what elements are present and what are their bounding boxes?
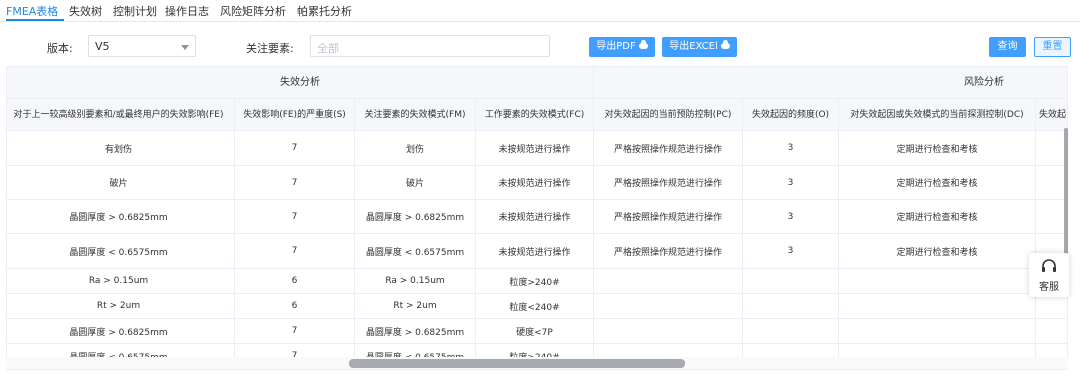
cell-occurrence: 3 (743, 234, 839, 268)
cell-fc: 未按规范进行操作 (476, 131, 594, 165)
cell-fc: 硬度<7P (476, 319, 594, 343)
cell-occurrence (743, 319, 839, 343)
cell-dc: 定期进行检查和考核 (839, 234, 1036, 268)
col-header-severity: 失效影响(FE)的严重度(S) (235, 99, 355, 131)
col-header-dc: 对失效起因或失效模式的当前探测控制(DC) (839, 99, 1036, 131)
tab-control-plan[interactable]: 控制计划 (113, 3, 157, 19)
export-excel-label: 导出EXCEl (669, 41, 718, 52)
vertical-scrollbar[interactable] (1064, 128, 1068, 260)
tab-bar: FMEA表格 失效树 控制计划 操作日志 风险矩阵分析 帕累托分析 (0, 0, 1080, 22)
cell-fe: Ra > 0.15um (7, 269, 235, 293)
cell-fe: 破片 (7, 166, 235, 199)
cell-dc: 定期进行检查和考核 (839, 200, 1036, 233)
cell-severity: 7 (235, 131, 355, 165)
group-header-failure-analysis: 失效分析 (7, 67, 594, 99)
col-header-fe: 对于上一较高级别要素和/或最终用户的失效影响(FE) (7, 99, 235, 131)
cell-detection (1036, 294, 1067, 318)
headset-icon (1042, 259, 1056, 272)
group-header-risk-analysis: 风险分析 (594, 67, 1067, 99)
col-header-occurrence: 失效起因的频度(O) (743, 99, 839, 131)
cell-severity: 7 (235, 166, 355, 199)
cloud-upload-icon (638, 40, 648, 49)
cell-fe: 晶圆厚度 < 0.6575mm (7, 234, 235, 268)
cell-severity: 6 (235, 294, 355, 318)
cell-occurrence (743, 294, 839, 318)
cell-dc: 定期进行检查和考核 (839, 131, 1036, 165)
focus-element-label: 关注要素: (246, 42, 294, 55)
table-row[interactable]: 晶圆厚度 < 0.6575mm 7 晶圆厚度 < 0.6575mm 未按规范进行操作严… (7, 234, 1067, 269)
table-row[interactable]: 破片 7 破片 未按规范进行操作 严格按照操作规范进行操作 3 定期进行检查和考核 (7, 166, 1067, 200)
cell-fm: 晶圆厚度 > 0.6825mm (355, 319, 476, 343)
cell-fm: 晶圆厚度 < 0.6575mm (355, 234, 476, 268)
export-pdf-button[interactable]: 导出PDF (589, 37, 655, 57)
export-pdf-label: 导出PDF (596, 41, 636, 52)
cell-pc (594, 269, 743, 293)
cell-occurrence: 3 (743, 166, 839, 199)
cell-pc: 严格按照操作规范进行操作 (594, 131, 743, 165)
cell-fe: 晶圆厚度 > 0.6825mm (7, 319, 235, 343)
tab-operation-log[interactable]: 操作日志 (165, 3, 209, 19)
cell-dc (839, 294, 1036, 318)
cell-fc: 未按规范进行操作 (476, 200, 594, 233)
cloud-upload-icon (720, 40, 730, 49)
fmea-table: 失效分析 风险分析 对于上一较高级别要素和/或最终用户的失效影响(FE) 失效影… (6, 66, 1068, 370)
customer-service-label: 客服 (1039, 282, 1059, 293)
cell-dc: 定期进行检查和考核 (839, 166, 1036, 199)
horizontal-scrollbar[interactable] (349, 359, 685, 368)
cell-dc (839, 319, 1036, 343)
tab-fmea-table[interactable]: FMEA表格 (6, 3, 58, 19)
table-row[interactable]: 有划伤 7 划伤 未按规范进行操作 严格按照操作规范进行操作 3 定期进行检查和考核 (7, 131, 1067, 166)
table-row[interactable]: Ra > 0.15um 6 Ra > 0.15um 粒度>240# (7, 269, 1067, 294)
export-excel-button[interactable]: 导出EXCEl (662, 37, 737, 57)
tab-risk-matrix[interactable]: 风险矩阵分析 (220, 3, 286, 19)
cell-fe: 有划伤 (7, 131, 235, 165)
cell-severity: 6 (235, 269, 355, 293)
cell-pc (594, 319, 743, 343)
cell-fm: 晶圆厚度 > 0.6825mm (355, 200, 476, 233)
version-select[interactable]: V5 (88, 35, 196, 57)
cell-severity: 7 (235, 234, 355, 268)
cell-fc: 粒度<240# (476, 294, 594, 318)
cell-occurrence: 3 (743, 200, 839, 233)
cell-fc: 粒度>240# (476, 269, 594, 293)
customer-service-button[interactable]: 客服 (1029, 253, 1069, 297)
table-row[interactable]: 晶圆厚度 > 0.6825mm 7 晶圆厚度 > 0.6825mm 硬度<7P (7, 319, 1067, 344)
cell-fc: 未按规范进行操作 (476, 234, 594, 268)
cell-severity: 7 (235, 200, 355, 233)
query-button[interactable]: 查询 (989, 37, 1026, 57)
cell-dc (839, 269, 1036, 293)
cell-fe: 晶圆厚度 > 0.6825mm (7, 200, 235, 233)
cell-occurrence (743, 269, 839, 293)
cell-fm: Rt > 2um (355, 294, 476, 318)
table-row[interactable]: Rt > 2um 6 Rt > 2um 粒度<240# (7, 294, 1067, 319)
cell-fe: Rt > 2um (7, 294, 235, 318)
tab-pareto[interactable]: 帕累托分析 (297, 3, 352, 19)
risk-analysis-title: 风险分析 (964, 77, 1004, 88)
col-header-fm: 关注要素的失效模式(FM) (355, 99, 476, 131)
version-label: 版本: (47, 42, 73, 55)
cell-fm: Ra > 0.15um (355, 269, 476, 293)
cell-occurrence: 3 (743, 131, 839, 165)
focus-element-placeholder: 全部 (317, 42, 339, 55)
cell-pc: 严格按照操作规范进行操作 (594, 200, 743, 233)
col-header-detection: 失效起 (1036, 99, 1067, 131)
cell-fm: 破片 (355, 166, 476, 199)
col-header-pc: 对失效起因的当前预防控制(PC) (594, 99, 743, 131)
cell-pc (594, 294, 743, 318)
col-header-fc: 工作要素的失效模式(FC) (476, 99, 594, 131)
table-row[interactable]: 晶圆厚度 > 0.6825mm 7 晶圆厚度 > 0.6825mm 未按规范进行操作严… (7, 200, 1067, 234)
focus-element-select[interactable]: 全部 (310, 35, 550, 57)
cell-fm: 划伤 (355, 131, 476, 165)
cell-severity: 7 (235, 319, 355, 343)
reset-button[interactable]: 重置 (1034, 37, 1071, 57)
active-tab-indicator (6, 19, 64, 21)
cell-detection (1036, 319, 1067, 343)
cell-fc: 未按规范进行操作 (476, 166, 594, 199)
cell-pc: 严格按照操作规范进行操作 (594, 166, 743, 199)
cell-pc: 严格按照操作规范进行操作 (594, 234, 743, 268)
version-value: V5 (95, 40, 110, 53)
chevron-down-icon (181, 45, 189, 50)
tab-failure-tree[interactable]: 失效树 (69, 3, 102, 19)
